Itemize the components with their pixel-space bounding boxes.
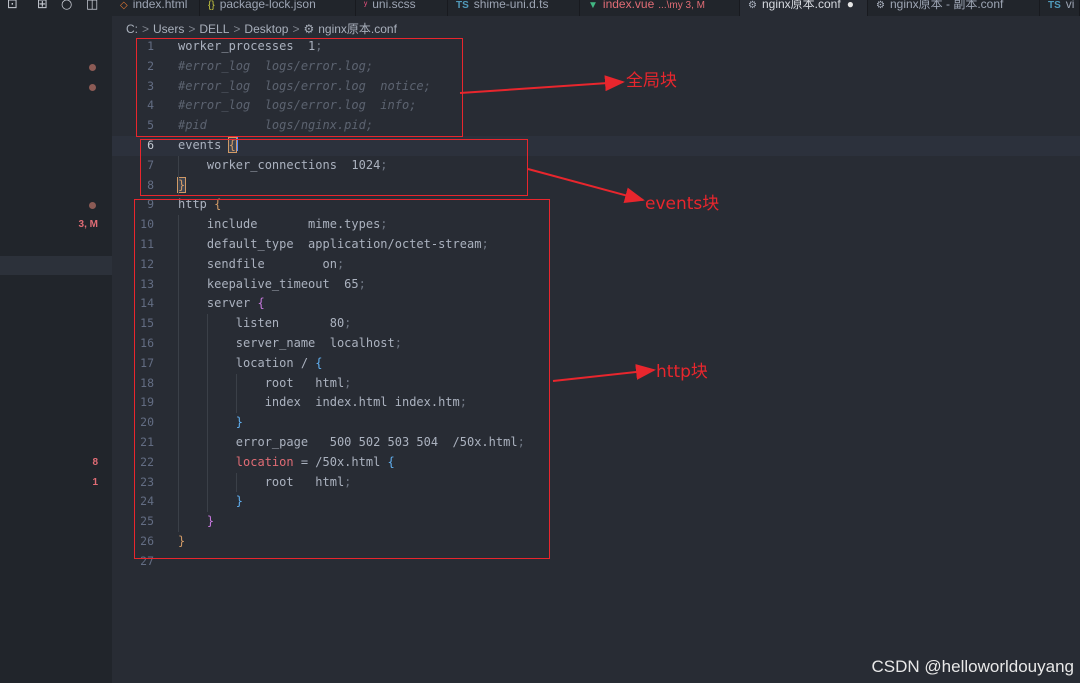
arrow-global (459, 75, 625, 94)
events-block-box (140, 139, 528, 196)
global-block-label: 全局块 (626, 71, 677, 91)
events-block-label: events块 (645, 194, 720, 214)
arrow-events (527, 168, 645, 204)
http-block-box (134, 199, 550, 559)
arrow-http (552, 363, 656, 382)
watermark: CSDN @helloworldouyang (871, 657, 1074, 676)
http-block-label: http块 (656, 362, 708, 382)
global-block-box (136, 38, 463, 137)
